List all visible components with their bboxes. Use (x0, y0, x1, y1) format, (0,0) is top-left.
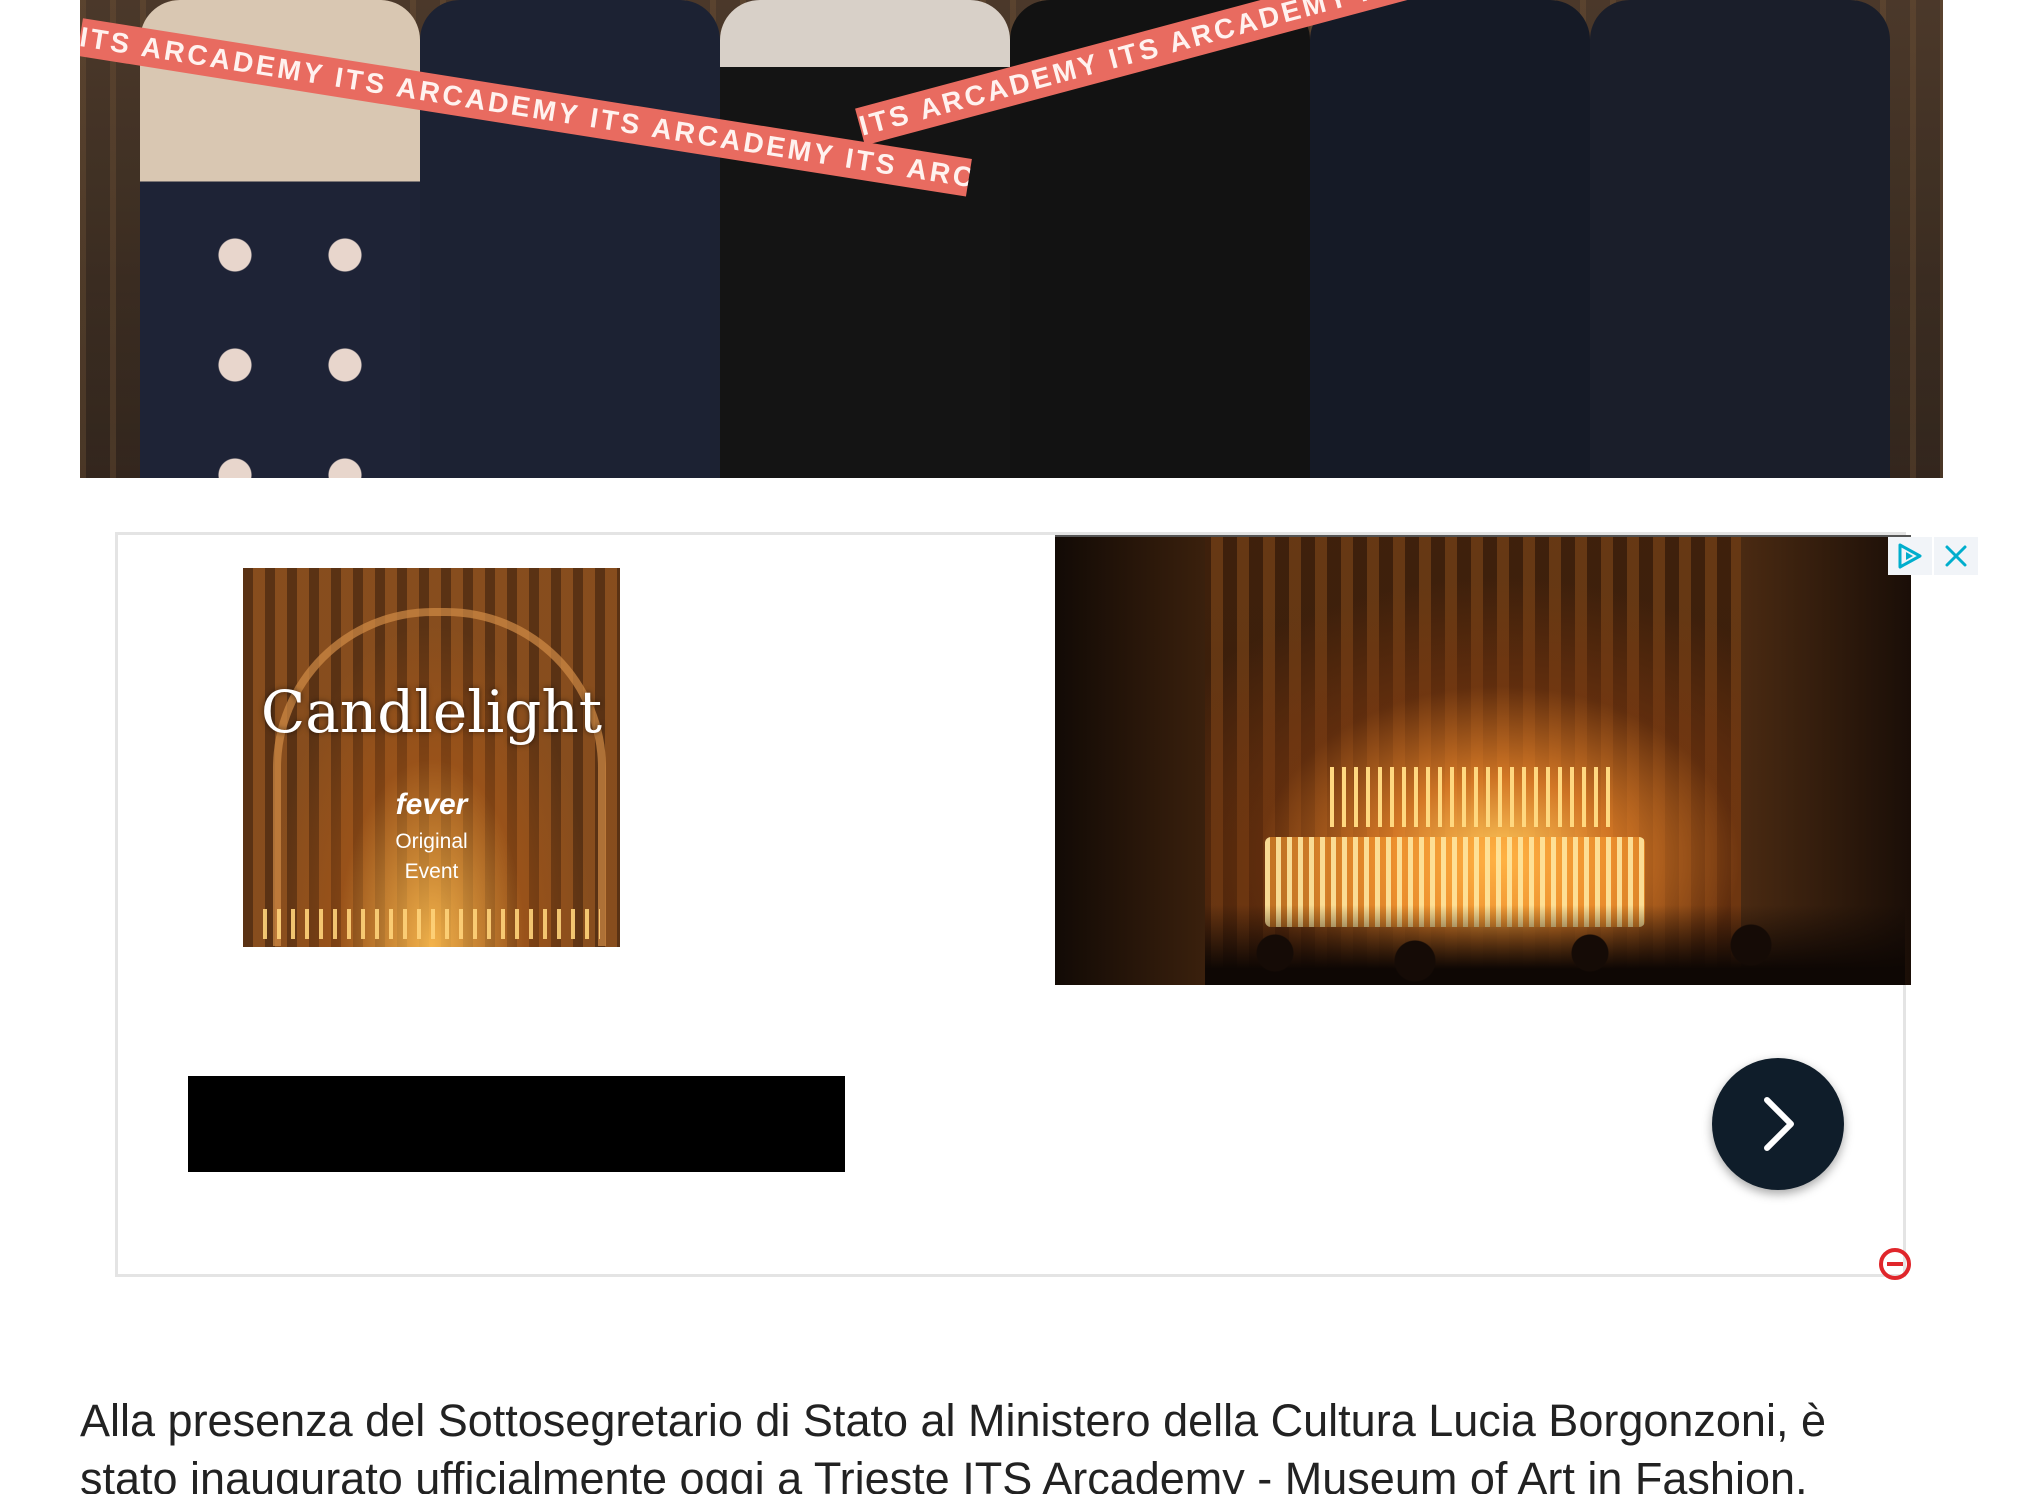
ad-thumb-brand: fever (395, 788, 468, 821)
ad-next-button[interactable] (1712, 1058, 1844, 1190)
adchoices-button[interactable] (1888, 537, 1932, 575)
page: ITS ARCADEMY ITS ARCADEMY ITS ARCADEMY I… (0, 0, 2017, 1494)
candles-decoration (263, 909, 600, 939)
ad-main-image[interactable] (1055, 535, 1911, 985)
ad-headline-bar[interactable] (188, 1076, 845, 1172)
close-icon (1945, 545, 1967, 567)
adchoices-icon (1898, 543, 1922, 569)
person (720, 0, 1010, 478)
polka-dots (180, 200, 410, 478)
ad-thumbnail[interactable]: Candlelight fever Original Event (243, 568, 620, 947)
ad-thumb-sub1: Original (395, 830, 468, 853)
image-shadow-left (1055, 537, 1205, 985)
ad-thumb-sub2: Event (404, 860, 459, 883)
chevron-right-icon (1764, 1097, 1794, 1151)
article-body: Alla presenza del Sottosegretario di Sta… (80, 1392, 1980, 1494)
person (1310, 0, 1590, 478)
article-line: Alla presenza del Sottosegretario di Sta… (80, 1395, 1826, 1446)
ad-thumb-title: Candlelight (260, 678, 603, 746)
provider-logo-icon (1879, 1248, 1911, 1280)
person (420, 0, 720, 478)
arch-decoration (273, 608, 606, 946)
audience-silhouettes (1205, 905, 1905, 985)
person (1590, 0, 1890, 478)
candle-row (1330, 767, 1610, 827)
hero-photo: ITS ARCADEMY ITS ARCADEMY ITS ARCADEMY I… (80, 0, 1943, 478)
ad-close-button[interactable] (1934, 537, 1978, 575)
ad-provider-logo[interactable] (1878, 1247, 1912, 1281)
article-line: stato inaugurato ufficialmente oggi a Tr… (80, 1453, 1808, 1494)
advertisement[interactable]: Candlelight fever Original Event (115, 532, 1911, 1277)
